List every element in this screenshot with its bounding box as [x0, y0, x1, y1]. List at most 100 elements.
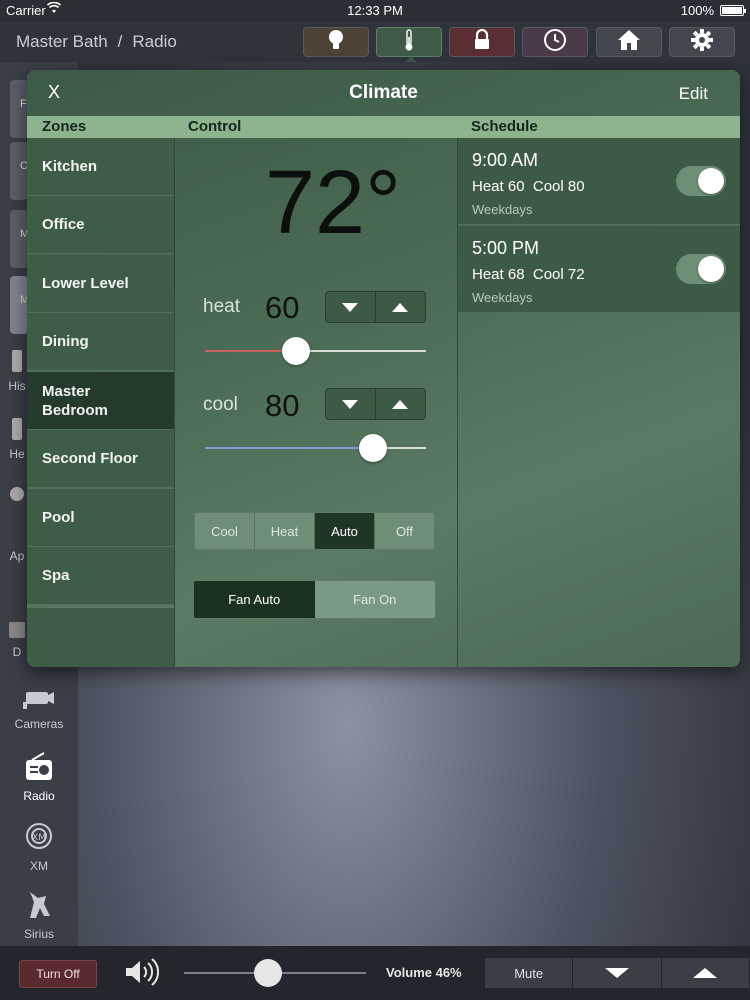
zone-second-floor[interactable]: Second Floor	[27, 430, 174, 488]
rail-item-sirius[interactable]: Sirius	[0, 888, 78, 941]
settings-button[interactable]	[669, 27, 735, 57]
volume-down-button[interactable]	[573, 958, 662, 988]
rail-tile-4[interactable]: M	[10, 276, 29, 334]
clock-time: 12:33 PM	[347, 3, 403, 18]
schedule-settings: Heat 68 Cool 72	[472, 266, 585, 283]
mode-selector: Cool Heat Auto Off	[194, 512, 435, 550]
breadcrumb: Master Bath / Radio	[16, 32, 177, 52]
thermometer-icon	[403, 28, 415, 57]
mode-cool-button[interactable]: Cool	[195, 513, 255, 549]
arrow-down-icon	[342, 399, 359, 409]
mute-button[interactable]: Mute	[485, 958, 574, 988]
schedule-toggle[interactable]	[676, 166, 726, 196]
breadcrumb-room[interactable]: Master Bath	[16, 32, 108, 51]
cool-slider-fill	[205, 447, 373, 449]
heat-slider-knob[interactable]	[281, 337, 310, 365]
rail-tile-1[interactable]: F	[10, 80, 28, 138]
rail-item-label: Cameras	[14, 717, 64, 731]
zone-pool[interactable]: Pool	[27, 489, 174, 547]
arrow-up-icon	[693, 968, 718, 978]
heat-down-button[interactable]	[326, 292, 376, 322]
panel-title-bar: X Climate Edit	[27, 70, 740, 116]
section-header: Zones Control Schedule	[27, 116, 740, 138]
rail-item-label: He	[9, 447, 25, 461]
cool-label: cool	[203, 394, 238, 415]
volume-slider-knob[interactable]	[253, 959, 282, 987]
lock-icon	[473, 28, 491, 56]
breadcrumb-source[interactable]: Radio	[132, 32, 176, 51]
zone-spa[interactable]: Spa	[27, 547, 174, 605]
rail-item-label: Radio	[23, 789, 55, 803]
security-button[interactable]	[449, 27, 515, 57]
battery-percent: 100%	[680, 3, 714, 18]
fan-on-button[interactable]: Fan On	[314, 581, 435, 618]
schedule-settings: Heat 60 Cool 80	[472, 178, 585, 195]
zone-kitchen[interactable]: Kitchen	[27, 138, 174, 196]
schedule-toggle[interactable]	[676, 254, 726, 284]
cool-up-button[interactable]	[376, 389, 426, 419]
lights-button[interactable]	[303, 27, 369, 57]
camera-icon	[0, 688, 78, 713]
schedule-button[interactable]	[522, 27, 588, 57]
radio-icon	[0, 752, 78, 785]
rail-item-cameras[interactable]: Cameras	[0, 688, 78, 731]
heat-setpoint: 60	[265, 290, 300, 325]
turn-off-button[interactable]: Turn Off	[19, 960, 97, 988]
fan-auto-button[interactable]: Fan Auto	[194, 581, 315, 618]
zone-office[interactable]: Office	[27, 196, 174, 254]
rail-item-label: His	[8, 379, 26, 393]
schedule-days: Weekdays	[472, 290, 533, 305]
zone-label: Master Bedroom	[42, 382, 108, 419]
control-header: Control	[188, 118, 242, 135]
zones-list: Kitchen Office Lower Level Dining Master…	[27, 138, 174, 608]
rail-tile-3[interactable]: M	[10, 210, 29, 268]
rail-item-radio[interactable]: Radio	[0, 752, 78, 803]
edit-button[interactable]: Edit	[679, 84, 708, 104]
cool-setpoint: 80	[265, 388, 300, 423]
cool-down-button[interactable]	[326, 389, 376, 419]
heat-slider[interactable]	[205, 337, 426, 365]
lightbulb-icon	[327, 29, 345, 56]
rail-item-label: D	[12, 645, 22, 659]
volume-slider[interactable]	[184, 959, 366, 987]
home-icon	[617, 29, 641, 56]
breadcrumb-separator: /	[117, 32, 123, 51]
speaker-icon[interactable]	[124, 958, 160, 991]
arrow-up-icon	[392, 302, 409, 312]
zones-header: Zones	[42, 118, 87, 135]
schedule-item[interactable]: 9:00 AM Heat 60 Cool 80 Weekdays	[458, 138, 740, 225]
climate-panel: X Climate Edit Zones Control Schedule Ki…	[27, 70, 740, 667]
rail-item-xm[interactable]: XM XM	[0, 820, 78, 873]
zone-dining[interactable]: Dining	[27, 313, 174, 371]
heat-up-button[interactable]	[376, 292, 426, 322]
arrow-down-icon	[604, 968, 629, 978]
climate-button[interactable]	[376, 27, 442, 57]
battery-icon	[720, 5, 746, 16]
cool-slider-knob[interactable]	[358, 434, 387, 462]
mode-off-button[interactable]: Off	[375, 513, 434, 549]
heat-label: heat	[203, 296, 240, 317]
zones-empty-area	[27, 608, 174, 667]
rail-tile-2[interactable]: C	[10, 142, 28, 200]
sirius-dog-icon	[0, 888, 78, 923]
bottom-bar: Turn Off Volume 46% Mute	[0, 946, 750, 1000]
column-divider	[174, 138, 175, 667]
home-button[interactable]	[596, 27, 662, 57]
clock-icon	[543, 28, 567, 57]
fan-selector: Fan Auto Fan On	[193, 580, 436, 619]
volume-up-button[interactable]	[661, 958, 750, 988]
zone-lower-level[interactable]: Lower Level	[27, 255, 174, 313]
cool-slider[interactable]	[205, 434, 426, 462]
zone-master-bedroom[interactable]: Master Bedroom	[27, 372, 174, 430]
status-bar: Carrier 12:33 PM 100%	[0, 0, 750, 22]
mode-heat-button[interactable]: Heat	[255, 513, 315, 549]
schedule-header: Schedule	[471, 118, 538, 135]
toggle-knob	[698, 168, 724, 194]
toggle-knob	[698, 256, 724, 282]
transport-controls: Mute	[485, 958, 750, 988]
schedule-item[interactable]: 5:00 PM Heat 68 Cool 72 Weekdays	[458, 226, 740, 313]
volume-label: Volume 46%	[386, 965, 462, 980]
rail-item-label: Sirius	[23, 927, 54, 941]
schedule-days: Weekdays	[472, 202, 533, 217]
mode-auto-button[interactable]: Auto	[315, 513, 375, 549]
